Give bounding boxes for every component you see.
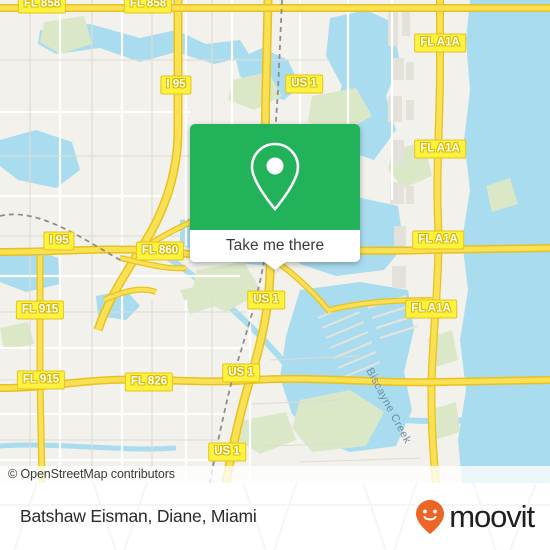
road-shield: FL 858 (17, 0, 67, 14)
osm-attribution: © OpenStreetMap contributors (0, 466, 550, 483)
road-fl915 (37, 256, 45, 483)
road-shield: FL 915 (16, 370, 66, 390)
road-shield: FL A1A (414, 33, 466, 53)
take-me-there-button[interactable]: Take me there (190, 230, 360, 262)
moovit-pin-smile-icon (416, 499, 445, 534)
moovit-map-screenshot: FL 858 FL 858 FL A1A I 95 US 1 FL A1A FL A1A I … (0, 0, 550, 550)
road-shield: FL 858 (123, 0, 173, 14)
place-title: Batshaw Eisman, Diane, Miami (20, 506, 257, 526)
moovit-wordmark: moovit (449, 499, 535, 534)
popup-pointer (263, 261, 287, 270)
take-me-there-popup[interactable]: Take me there (190, 124, 360, 270)
popup-header (190, 124, 360, 230)
road-shield: FL A1A (412, 230, 464, 250)
footer-bar: Batshaw Eisman, Diane, Miami moovit (0, 483, 550, 550)
road-shield: FL 860 (135, 241, 185, 261)
road-shield: I 95 (160, 75, 192, 95)
road-shield: FL 826 (124, 372, 174, 392)
road-shield: FL 915 (15, 300, 65, 320)
road-shield: US 1 (247, 290, 285, 310)
road-shield: FL A1A (405, 299, 457, 319)
map-pin-icon (250, 142, 300, 211)
moovit-brand-logo[interactable]: moovit (415, 483, 535, 550)
road-shield: US 1 (208, 442, 246, 462)
road-shield: US 1 (285, 74, 323, 94)
road-shield: I 95 (43, 231, 75, 251)
road-shield: FL A1A (414, 139, 466, 159)
road-shield: US 1 (222, 363, 260, 383)
